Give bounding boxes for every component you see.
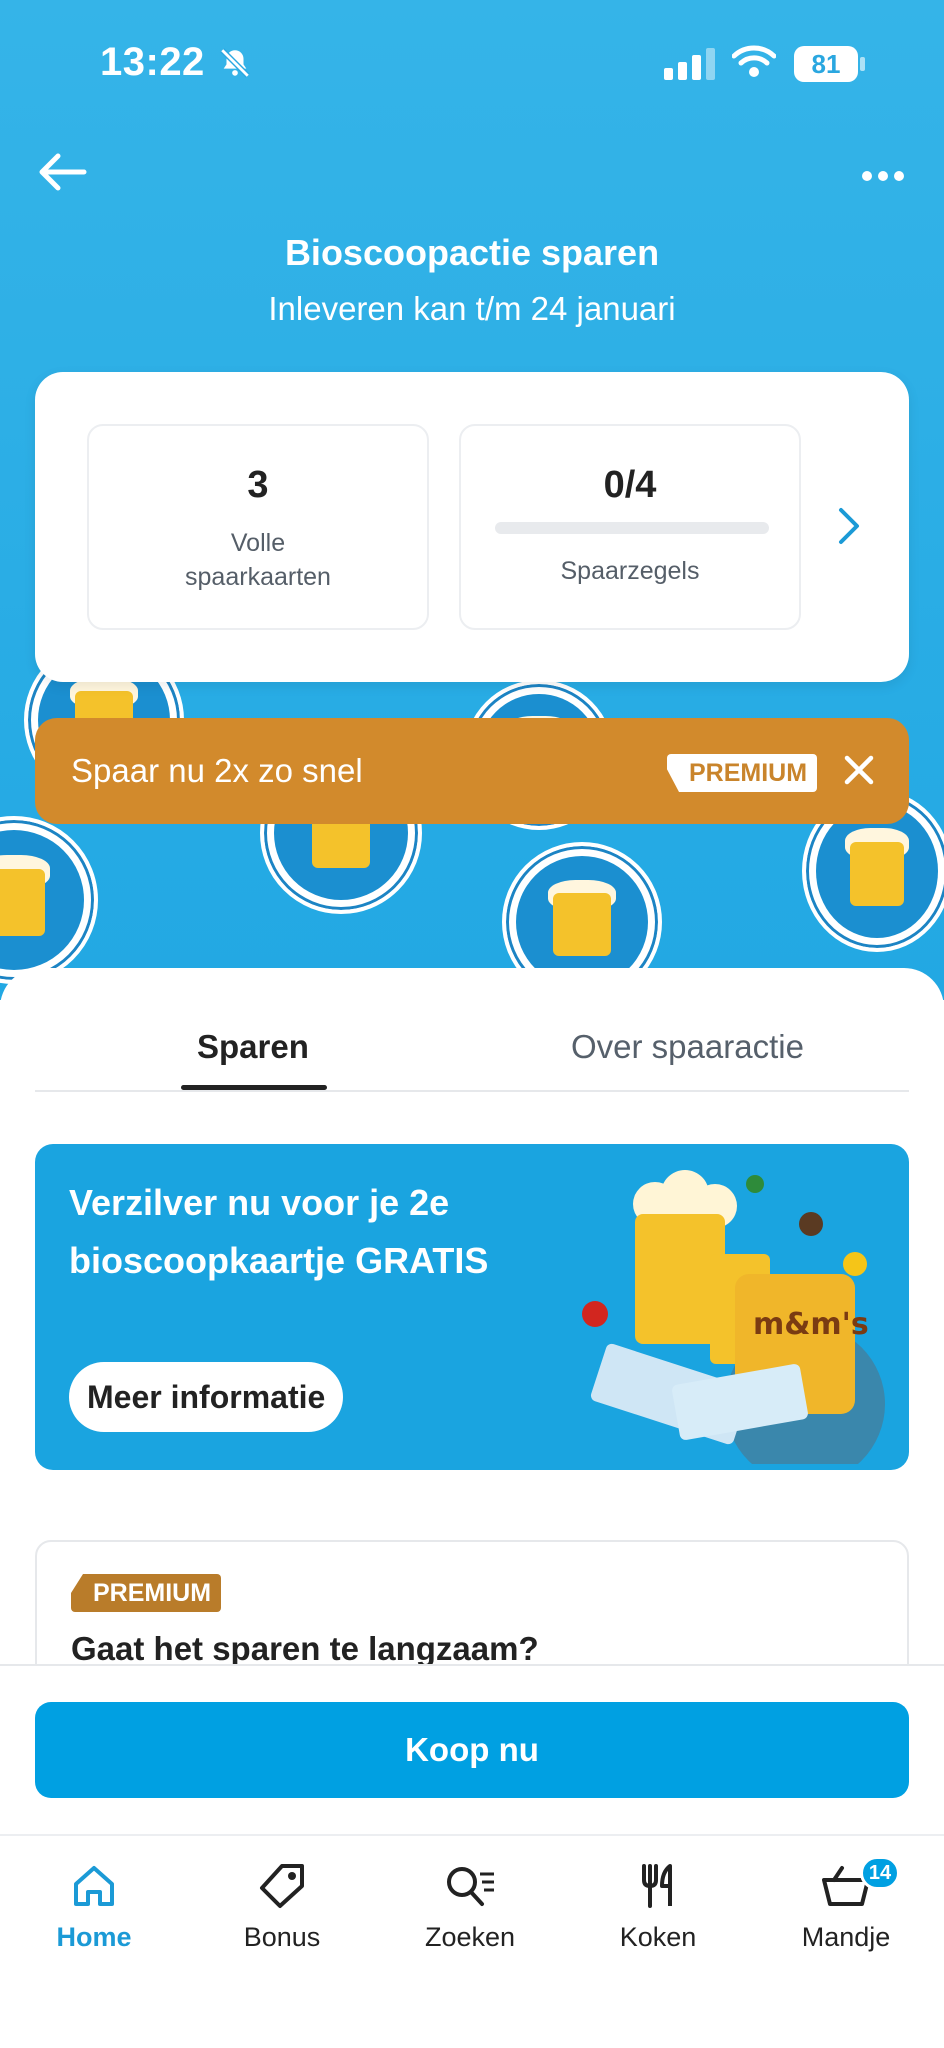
buy-bar: Koop nu [0, 1664, 944, 1834]
premium-tag: PREMIUM [667, 754, 818, 792]
battery-icon: 81 [794, 46, 858, 82]
back-arrow-icon[interactable] [36, 150, 88, 194]
more-info-button[interactable]: Meer informatie [69, 1362, 344, 1432]
home-icon [74, 1866, 114, 1906]
close-icon[interactable] [843, 754, 875, 786]
stamps-progress-bar [495, 522, 769, 534]
content-sheet: Sparen Over spaaractie Verzilver nu voor… [0, 968, 944, 1740]
tab-bar: Sparen Over spaaractie [35, 1028, 909, 1092]
tab-over-spaaractie[interactable]: Over spaaractie [571, 1028, 804, 1066]
nav-koken-label: Koken [619, 1922, 697, 1952]
full-cards-label: Volle spaarkaarten [185, 529, 331, 591]
savings-summary-card[interactable]: 3 Volle spaarkaarten 0/4 Spaarzegels [35, 372, 909, 682]
bottom-navigation: Home Bonus Zoeken Koken Mandje 14 [0, 1834, 944, 2048]
active-tab-indicator [181, 1085, 327, 1090]
tab-sparen[interactable]: Sparen [197, 1028, 309, 1066]
bioscoopzegel-stamp-image [0, 816, 98, 984]
nav-bonus[interactable]: Bonus [188, 1862, 376, 1953]
page-subtitle: Inleveren kan t/m 24 januari [268, 290, 676, 327]
chevron-right-icon[interactable] [837, 506, 861, 546]
full-cards-count: 3 [247, 464, 269, 506]
nav-zoeken-label: Zoeken [424, 1922, 516, 1952]
nav-zoeken[interactable]: Zoeken [376, 1862, 564, 1953]
premium-card-title: Gaat het sparen te langzaam? [71, 1630, 539, 1667]
nav-mandje-label: Mandje [801, 1922, 891, 1952]
wifi-icon [732, 45, 776, 77]
hero-section: 13:22 81 Bioscoopactie sparen Inleveren … [0, 0, 944, 1000]
tag-icon [260, 1864, 304, 1908]
nav-koken[interactable]: Koken [564, 1862, 752, 1953]
nav-home-label: Home [56, 1922, 132, 1952]
premium-banner-text: Spaar nu 2x zo snel [71, 752, 363, 789]
stamps-label: Spaarzegels [560, 557, 700, 585]
popcorn-snacks-illustration: m&m's [582, 1170, 885, 1464]
status-time: 13:22 [100, 40, 205, 84]
cart-count-badge: 14 [860, 1856, 900, 1890]
premium-chip: PREMIUM [71, 1574, 222, 1612]
battery-tip [860, 57, 865, 71]
premium-banner[interactable]: Spaar nu 2x zo snel PREMIUM [35, 718, 909, 824]
full-cards-box[interactable]: 3 Volle spaarkaarten [87, 424, 429, 630]
promo-banner[interactable]: Verzilver nu voor je 2e bioscoopkaartje … [35, 1144, 909, 1470]
cutlery-icon [642, 1864, 672, 1908]
nav-mandje[interactable]: Mandje 14 [752, 1856, 940, 1953]
signal-icon [664, 48, 715, 80]
nav-bonus-label: Bonus [243, 1922, 321, 1952]
nav-home[interactable]: Home [0, 1862, 188, 1953]
stamps-box[interactable]: 0/4 Spaarzegels [459, 424, 801, 630]
status-bar: 13:22 81 [0, 0, 944, 130]
page-title: Bioscoopactie sparen [284, 232, 660, 273]
svg-text:m&m's: m&m's [753, 1307, 869, 1342]
search-icon [447, 1867, 494, 1906]
buy-now-button[interactable]: Koop nu [35, 1702, 909, 1798]
stamps-count: 0/4 [603, 464, 657, 506]
promo-title: Verzilver nu voor je 2e bioscoopkaartje … [69, 1182, 489, 1281]
more-options-icon[interactable] [862, 168, 910, 186]
bell-muted-icon [220, 48, 250, 78]
